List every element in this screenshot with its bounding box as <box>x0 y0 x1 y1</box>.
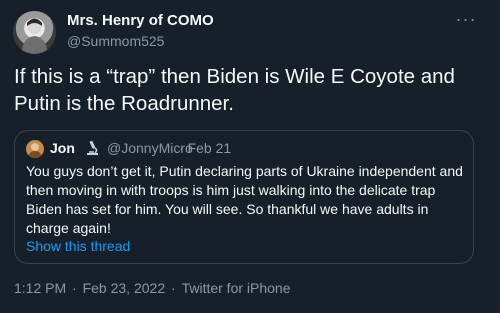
tweet-metadata: 1:12 PM · Feb 23, 2022 · Twitter for iPh… <box>14 280 291 296</box>
quoted-tweet-date[interactable]: · Feb 21 <box>179 140 231 156</box>
quoted-author-avatar[interactable] <box>26 140 44 158</box>
quoted-tweet[interactable]: Jon @JonnyMicro · Feb 21 You guys don’t … <box>14 130 474 264</box>
meta-separator: · <box>72 280 77 296</box>
avatar-photo-icon <box>21 18 48 54</box>
tweet: Mrs. Henry of COMO @Summom525 ··· If thi… <box>0 0 500 313</box>
meta-separator: · <box>171 280 176 296</box>
quoted-author-name[interactable]: Jon <box>50 140 75 156</box>
tweet-time[interactable]: 1:12 PM <box>14 280 66 296</box>
tweet-text: If this is a “trap” then Biden is Wile E… <box>14 65 455 115</box>
tweet-source[interactable]: Twitter for iPhone <box>182 280 291 296</box>
tweet-date[interactable]: Feb 23, 2022 <box>83 280 166 296</box>
show-thread-link[interactable]: Show this thread <box>26 238 130 254</box>
ellipsis-icon: ··· <box>455 8 477 29</box>
author-handle[interactable]: @Summom525 <box>67 33 164 49</box>
more-options-button[interactable]: ··· <box>452 8 480 30</box>
avatar-photo-icon <box>28 143 42 158</box>
author-avatar[interactable] <box>13 11 56 54</box>
author-display-name[interactable]: Mrs. Henry of COMO <box>67 12 214 29</box>
quoted-tweet-text: You guys don’t get it, Putin declaring p… <box>26 163 463 236</box>
microscope-icon <box>87 140 98 155</box>
